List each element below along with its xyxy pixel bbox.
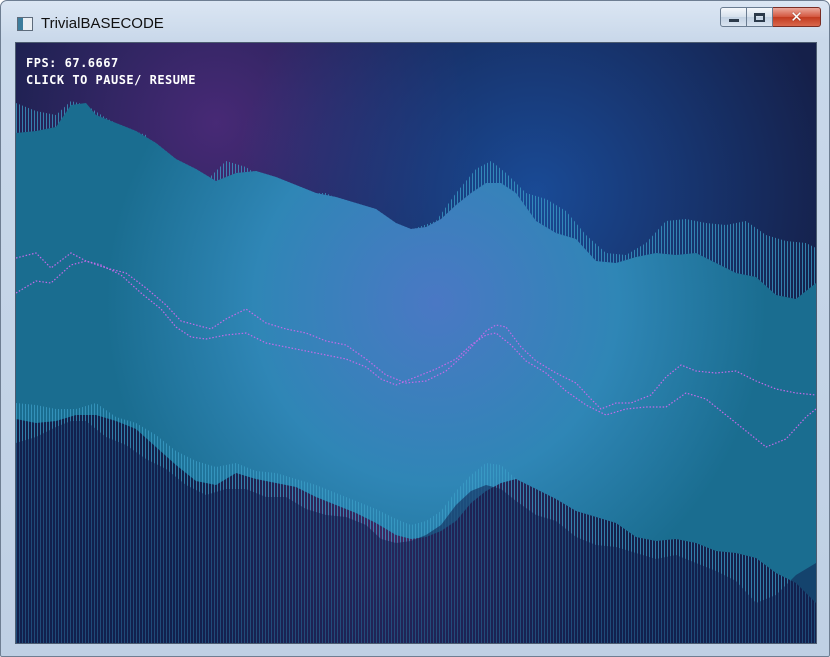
close-icon: ✕ bbox=[790, 7, 803, 26]
maximize-icon bbox=[754, 12, 765, 22]
minimize-button[interactable] bbox=[720, 7, 747, 27]
window-title: TrivialBASECODE bbox=[41, 15, 164, 32]
app-icon bbox=[17, 17, 33, 31]
waveform-visualization bbox=[16, 43, 816, 643]
fps-counter: FPS: 67.6667 bbox=[26, 56, 119, 70]
minimize-icon bbox=[728, 18, 739, 22]
hud-overlay: FPS: 67.6667 CLICK TO PAUSE/ RESUME bbox=[26, 55, 196, 89]
close-button[interactable]: ✕ bbox=[773, 7, 821, 27]
caption-buttons: ✕ bbox=[720, 7, 821, 29]
render-canvas[interactable]: FPS: 67.6667 CLICK TO PAUSE/ RESUME bbox=[15, 42, 817, 644]
app-window: TrivialBASECODE ✕ FPS: 67.6667 CLICK TO … bbox=[0, 0, 830, 657]
title-bar[interactable]: TrivialBASECODE ✕ bbox=[1, 1, 829, 42]
pause-resume-hint: CLICK TO PAUSE/ RESUME bbox=[26, 73, 196, 87]
maximize-button[interactable] bbox=[747, 7, 773, 27]
